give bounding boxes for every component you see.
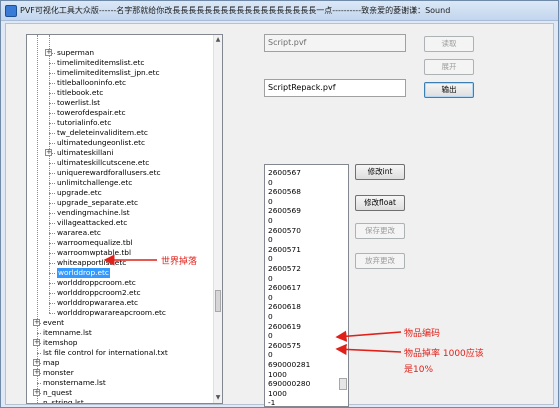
item-code-annotation: 物品编码 (404, 329, 441, 339)
drop-rate-annotation-line2: 是10% (404, 365, 434, 375)
world-drop-annotation: 世界掉落 (161, 257, 198, 267)
drop-rate-annotation-line1: 物品掉率 1000应该 (404, 349, 484, 359)
item-code-arrow (335, 330, 402, 342)
app-window: PVF可视化工具大众版------名字那就给你改長長長長長長長長長長長長長長長長… (0, 0, 559, 408)
drop-rate-arrow (335, 343, 402, 356)
